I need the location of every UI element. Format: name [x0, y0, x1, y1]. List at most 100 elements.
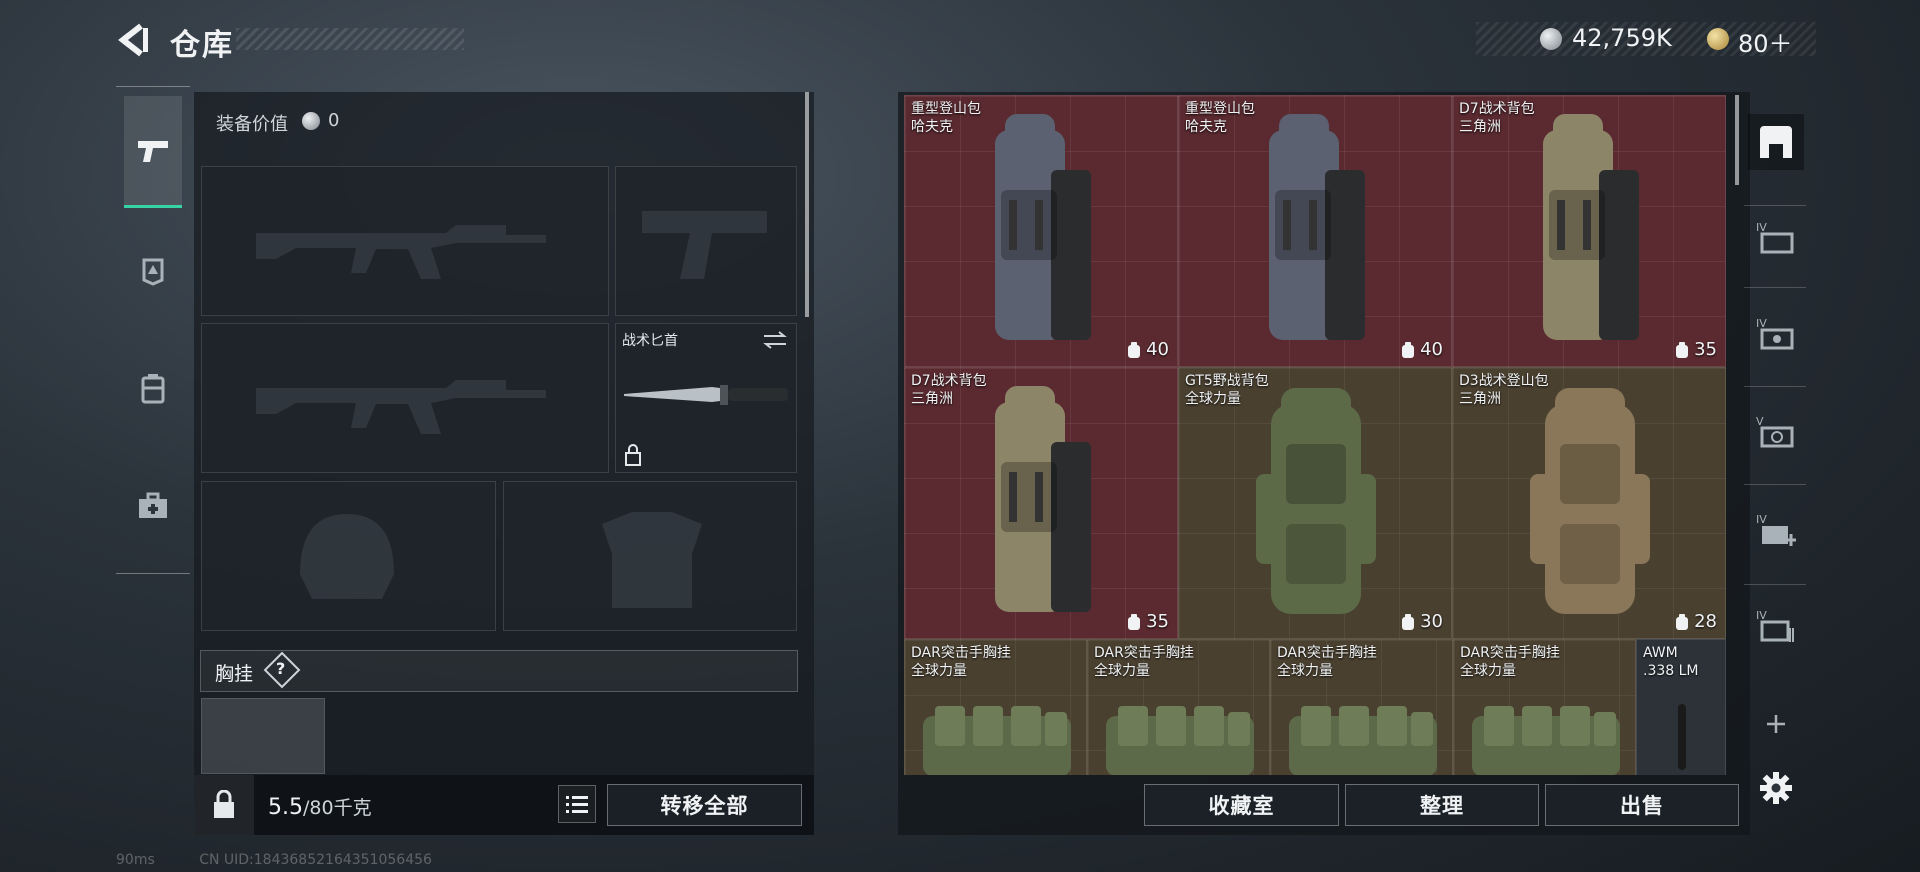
chest-rig-icon	[1471, 706, 1620, 775]
svg-text:IV: IV	[1756, 317, 1767, 330]
stash-tab-3[interactable]: V	[1748, 404, 1804, 460]
capacity-badge: 35	[1674, 339, 1717, 360]
helmet-badge-icon	[142, 258, 164, 286]
stash-tab-1[interactable]: IV	[1748, 210, 1804, 266]
stash-item[interactable]: DAR突击手胸挂 全球力量	[904, 639, 1087, 775]
sell-button[interactable]: 出售	[1545, 784, 1739, 826]
helmet-silhouette-icon	[300, 514, 394, 599]
rail-divider	[1744, 484, 1806, 485]
pistol-silhouette-icon	[642, 211, 767, 279]
chest-rig-help: ?	[276, 659, 286, 678]
gold-coin-icon	[1707, 28, 1729, 50]
tab-helmet[interactable]	[124, 214, 182, 326]
stash-item[interactable]: D7战术背包 三角洲 35	[904, 367, 1178, 639]
ammo-round-icon	[1678, 704, 1686, 770]
stash-grid: 重型登山包哈夫克 40 重型登山包哈夫克 40 D7战术背包三角洲 35	[904, 95, 1726, 775]
melee-slot-label: 战术匕首	[622, 333, 678, 349]
melee-slot[interactable]: 战术匕首	[615, 323, 797, 473]
stash-item[interactable]: DAR突击手胸挂 全球力量	[1270, 639, 1453, 775]
stash-item[interactable]: 重型登山包 哈夫克 40	[904, 95, 1178, 367]
lock-icon	[625, 444, 641, 466]
primary-weapon-slot[interactable]	[201, 166, 609, 316]
ping-readout: 90ms	[116, 852, 155, 868]
chest-rig-icon	[1288, 706, 1437, 775]
stash-item[interactable]: D3战术登山包 三角洲 28	[1452, 367, 1726, 639]
stash-tab-1-icon: IV	[1756, 221, 1794, 254]
stash-tab-2[interactable]: IV	[1748, 306, 1804, 362]
stash-item[interactable]: 重型登山包 哈夫克 40	[1178, 95, 1452, 367]
swap-arrows-icon[interactable]	[762, 330, 788, 350]
backpack-capacity-icon	[1402, 341, 1415, 358]
back-arrow-icon	[118, 23, 148, 57]
backpack-icon	[995, 114, 1091, 340]
item-brand: .338 LM	[1643, 663, 1699, 679]
svg-text:IV: IV	[1756, 609, 1767, 622]
backpack-icon	[995, 386, 1091, 612]
stash-item-name: DAR突击手胸挂 全球力量	[1277, 644, 1377, 680]
back-button[interactable]	[115, 22, 149, 58]
svg-text:V: V	[1756, 415, 1764, 428]
chest-rig-icon	[1105, 706, 1254, 775]
rifle-silhouette-icon	[256, 225, 546, 279]
stash-tab-5-icon: IV	[1756, 609, 1794, 642]
add-tab-icon	[1767, 715, 1785, 733]
item-brand: 哈夫克	[911, 119, 953, 135]
item-title: AWM	[1643, 645, 1678, 661]
capacity-badge: 35	[1126, 611, 1169, 632]
list-view-button[interactable]	[558, 785, 596, 823]
settings-gear-icon	[1760, 772, 1792, 804]
tab-supplies[interactable]	[124, 450, 182, 562]
stash-item[interactable]: GT5野战背包 全球力量 30	[1178, 367, 1452, 639]
tab-armor[interactable]	[124, 332, 182, 444]
capacity-value: 35	[1694, 339, 1717, 360]
item-title: DAR突击手胸挂	[911, 645, 1011, 661]
tab-weapons[interactable]	[124, 96, 182, 208]
backpack-capacity-icon	[1128, 341, 1141, 358]
backpack-capacity-icon	[1128, 613, 1141, 630]
item-brand: 全球力量	[911, 663, 967, 679]
add-stash-tab-button[interactable]	[1748, 696, 1804, 752]
stash-tab-4[interactable]: IV	[1748, 502, 1804, 558]
capacity-value: 30	[1420, 611, 1443, 632]
weight-readout: 5.5/80千克	[268, 793, 372, 820]
collection-room-button[interactable]: 收藏室	[1144, 784, 1339, 826]
rail-divider	[1744, 287, 1806, 288]
item-title: 重型登山包	[911, 101, 981, 117]
stash-item[interactable]: DAR突击手胸挂 全球力量	[1453, 639, 1636, 775]
backpack-lock-icon	[214, 790, 234, 818]
stash-item[interactable]: DAR突击手胸挂 全球力量	[1087, 639, 1270, 775]
rail-divider	[1744, 584, 1806, 585]
safe-box-tab[interactable]	[1748, 114, 1804, 170]
equipment-scrollbar[interactable]	[805, 92, 809, 317]
chest-rig-slot[interactable]	[201, 698, 325, 774]
equipment-value: 0	[328, 110, 340, 131]
body-armor-slot[interactable]	[503, 481, 797, 631]
chest-rig-section[interactable]: 胸挂 ?	[200, 650, 798, 692]
stash-item[interactable]: D7战术背包 三角洲 35	[1452, 95, 1726, 367]
helmet-slot[interactable]	[201, 481, 496, 631]
capacity-value: 40	[1420, 339, 1443, 360]
capacity-badge: 28	[1674, 611, 1717, 632]
backpack-capacity-icon	[1676, 613, 1689, 630]
secondary-weapon-slot[interactable]	[201, 323, 609, 473]
transfer-all-button[interactable]: 转移全部	[607, 784, 802, 826]
item-title: D7战术背包	[911, 373, 987, 389]
vest-icon	[141, 374, 165, 404]
gold-coin-amount[interactable]: 80＋	[1738, 24, 1793, 59]
sort-button[interactable]: 整理	[1345, 784, 1539, 826]
stash-tab-5[interactable]: IV	[1748, 598, 1804, 654]
item-brand: 三角洲	[1459, 391, 1501, 407]
backpack-lock-button[interactable]	[194, 775, 254, 835]
page-title: 仓库	[170, 28, 234, 63]
equipment-value-label: 装备价值	[216, 114, 288, 135]
medkit-case-icon	[139, 492, 167, 518]
settings-button[interactable]	[1748, 760, 1804, 816]
chest-rig-label: 胸挂	[215, 663, 254, 685]
stash-tab-2-icon: IV	[1756, 317, 1794, 350]
stash-scrollbar[interactable]	[1735, 95, 1739, 185]
backpack-icon	[1256, 388, 1376, 614]
weight-max: /80千克	[303, 797, 372, 819]
sidearm-slot[interactable]	[615, 166, 797, 316]
stash-item-name: DAR突击手胸挂 全球力量	[1460, 644, 1560, 680]
stash-item[interactable]: AWM .338 LM	[1636, 639, 1726, 775]
